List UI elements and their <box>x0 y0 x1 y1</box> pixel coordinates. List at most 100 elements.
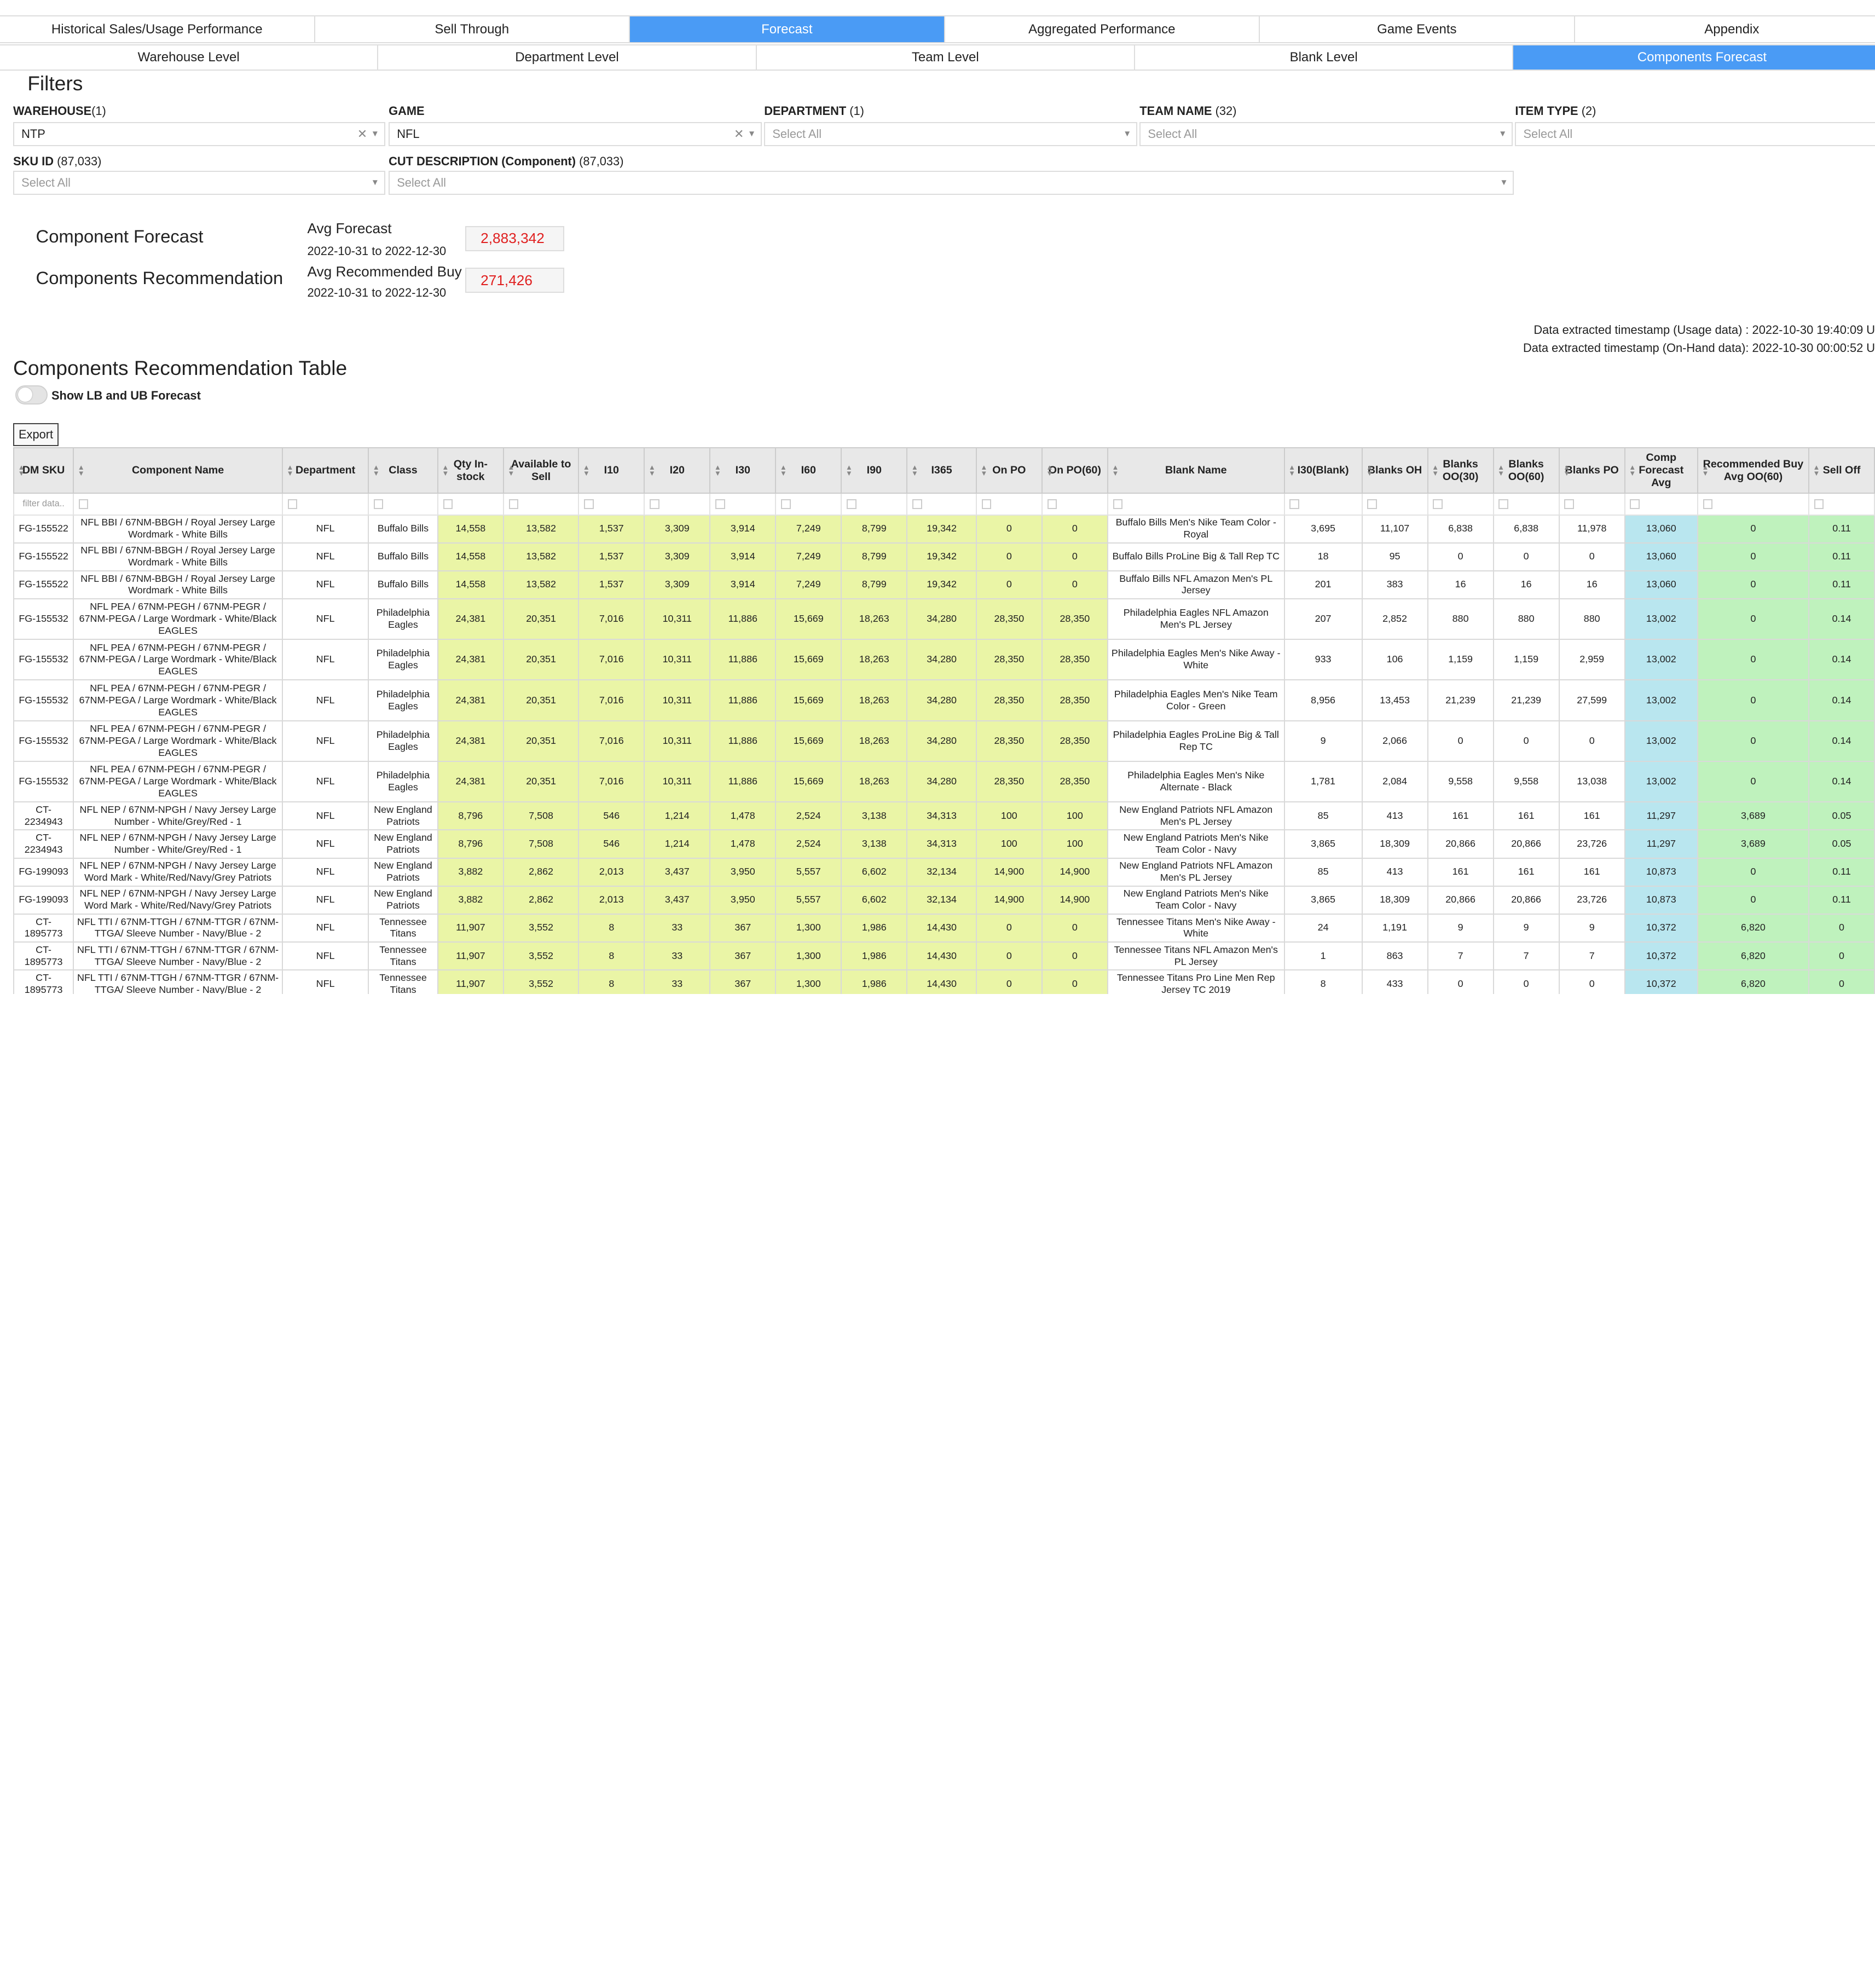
sort-icon[interactable]: ▲ ▼ <box>18 464 25 477</box>
sort-icon[interactable]: ▲ ▼ <box>78 464 85 477</box>
column-header[interactable]: ▲ ▼ I90 <box>841 447 908 494</box>
clear-icon[interactable]: ✕ <box>357 127 367 141</box>
sort-icon[interactable]: ▲ ▼ <box>1046 464 1053 477</box>
sort-icon[interactable]: ▲ ▼ <box>507 464 514 477</box>
column-filter[interactable] <box>906 493 977 516</box>
column-header[interactable]: ▲ ▼ Sell Off <box>1808 447 1875 494</box>
subtab-blank-level[interactable]: Blank Level <box>1135 44 1514 71</box>
table-row[interactable]: FG-155532 NFL PEA / 67NM-PEGH / 67NM-PEGR… <box>13 598 1875 640</box>
sort-icon[interactable]: ▲ ▼ <box>1112 464 1119 477</box>
column-header[interactable]: ▲ ▼ Blanks OH <box>1361 447 1428 494</box>
table-row[interactable]: FG-155522 NFL BBI / 67NM-BBGH / Royal Jer… <box>13 514 1875 544</box>
column-header[interactable]: ▲ ▼ On PO(60) <box>1041 447 1108 494</box>
cut-description-select[interactable]: Select All ▼ <box>389 171 1514 195</box>
column-filter[interactable] <box>1697 493 1809 516</box>
column-filter[interactable] <box>281 493 369 516</box>
sort-icon[interactable]: ▲ ▼ <box>911 464 918 477</box>
column-filter[interactable] <box>1361 493 1428 516</box>
sort-icon[interactable]: ▲ ▼ <box>1629 464 1636 477</box>
tab-aggregated-performance[interactable]: Aggregated Performance <box>945 15 1260 43</box>
table-row[interactable]: FG-155532 NFL PEA / 67NM-PEGH / 67NM-PEGR… <box>13 761 1875 803</box>
table-row[interactable]: FG-199093 NFL NEP / 67NM-NPGH / Navy Jers… <box>13 885 1875 915</box>
table-row[interactable]: FG-155532 NFL PEA / 67NM-PEGH / 67NM-PEGR… <box>13 720 1875 762</box>
column-header[interactable]: ▲ ▼ I365 <box>906 447 977 494</box>
item-type-select[interactable]: Select All <box>1515 122 1875 146</box>
sort-icon[interactable]: ▲ ▼ <box>287 464 294 477</box>
table-row[interactable]: FG-199093 NFL NEP / 67NM-NPGH / Navy Jers… <box>13 857 1875 887</box>
column-header[interactable]: ▲ ▼ Class <box>368 447 438 494</box>
table-row[interactable]: CT-2234943 NFL NEP / 67NM-NPGH / Navy Jer… <box>13 829 1875 859</box>
column-header[interactable]: ▲ ▼ I10 <box>578 447 645 494</box>
team-name-select[interactable]: Select All ▼ <box>1139 122 1513 146</box>
column-filter[interactable] <box>437 493 504 516</box>
column-header[interactable]: ▲ ▼ I60 <box>775 447 842 494</box>
column-header[interactable]: ▲ ▼ Department <box>281 447 369 494</box>
column-header[interactable]: ▲ ▼ I30(Blank) <box>1283 447 1363 494</box>
column-filter[interactable] <box>1107 493 1285 516</box>
table-row[interactable]: FG-155522 NFL BBI / 67NM-BBGH / Royal Jer… <box>13 570 1875 599</box>
sort-icon[interactable]: ▲ ▼ <box>1702 464 1709 477</box>
column-header[interactable]: ▲ ▼ Component Name <box>73 447 283 494</box>
sort-icon[interactable]: ▲ ▼ <box>442 464 449 477</box>
column-filter[interactable] <box>1427 493 1494 516</box>
sort-icon[interactable]: ▲ ▼ <box>1288 464 1295 477</box>
column-header[interactable]: ▲ ▼ Comp Forecast Avg <box>1624 447 1698 494</box>
subtab-components-forecast[interactable]: Components Forecast <box>1513 44 1875 71</box>
column-filter[interactable] <box>1808 493 1875 516</box>
subtab-department-level[interactable]: Department Level <box>378 44 757 71</box>
column-header[interactable]: ▲ ▼ Blanks OO(60) <box>1492 447 1560 494</box>
sort-icon[interactable]: ▲ ▼ <box>1563 464 1570 477</box>
tab-game-events[interactable]: Game Events <box>1260 15 1575 43</box>
export-button[interactable]: Export <box>13 423 59 446</box>
column-filter[interactable] <box>368 493 438 516</box>
column-filter[interactable] <box>1283 493 1363 516</box>
table-row[interactable]: CT-1895773 NFL TTI / 67NM-TTGH / 67NM-TTG… <box>13 941 1875 971</box>
game-select[interactable]: NFL ✕ ▼ <box>389 122 762 146</box>
subtab-team-level[interactable]: Team Level <box>756 44 1135 71</box>
sort-icon[interactable]: ▲ ▼ <box>1813 464 1820 477</box>
table-row[interactable]: CT-1895773 NFL TTI / 67NM-TTGH / 67NM-TTG… <box>13 969 1875 994</box>
column-filter[interactable] <box>1492 493 1560 516</box>
sort-icon[interactable]: ▲ ▼ <box>649 464 656 477</box>
column-filter[interactable] <box>975 493 1043 516</box>
column-header[interactable]: ▲ ▼ Blanks PO <box>1558 447 1625 494</box>
warehouse-select[interactable]: NTP ✕ ▼ <box>13 122 385 146</box>
lb-ub-toggle[interactable] <box>15 385 48 404</box>
column-header[interactable]: ▲ ▼ Recommended Buy Avg OO(60) <box>1697 447 1809 494</box>
column-filter[interactable] <box>1041 493 1108 516</box>
table-row[interactable]: FG-155532 NFL PEA / 67NM-PEGH / 67NM-PEGR… <box>13 639 1875 681</box>
column-filter[interactable] <box>73 493 283 516</box>
table-row[interactable]: CT-2234943 NFL NEP / 67NM-NPGH / Navy Jer… <box>13 801 1875 831</box>
column-filter[interactable] <box>578 493 645 516</box>
column-filter[interactable] <box>644 493 711 516</box>
sort-icon[interactable]: ▲ ▼ <box>846 464 853 477</box>
sort-icon[interactable]: ▲ ▼ <box>780 464 787 477</box>
column-filter[interactable] <box>709 493 777 516</box>
table-row[interactable]: FG-155532 NFL PEA / 67NM-PEGH / 67NM-PEGR… <box>13 679 1875 721</box>
column-header[interactable]: ▲ ▼ Blanks OO(30) <box>1427 447 1494 494</box>
column-header[interactable]: ▲ ▼ I30 <box>709 447 777 494</box>
sort-icon[interactable]: ▲ ▼ <box>1432 464 1439 477</box>
column-filter[interactable] <box>1558 493 1625 516</box>
sort-icon[interactable]: ▲ ▼ <box>714 464 721 477</box>
sort-icon[interactable]: ▲ ▼ <box>1366 464 1373 477</box>
sort-icon[interactable]: ▲ ▼ <box>373 464 380 477</box>
column-header[interactable]: ▲ ▼ Blank Name <box>1107 447 1285 494</box>
column-filter[interactable] <box>502 493 580 516</box>
column-header[interactable]: ▲ ▼ Available to Sell <box>502 447 580 494</box>
sort-icon[interactable]: ▲ ▼ <box>1497 464 1504 477</box>
column-header[interactable]: ▲ ▼ I20 <box>644 447 711 494</box>
department-select[interactable]: Select All ▼ <box>764 122 1137 146</box>
tab-historical-sales[interactable]: Historical Sales/Usage Performance <box>0 15 315 43</box>
subtab-warehouse-level[interactable]: Warehouse Level <box>0 44 379 71</box>
table-row[interactable]: CT-1895773 NFL TTI / 67NM-TTGH / 67NM-TTG… <box>13 913 1875 943</box>
column-header[interactable]: ▲ ▼ Qty In-stock <box>437 447 504 494</box>
table-row[interactable]: FG-155522 NFL BBI / 67NM-BBGH / Royal Jer… <box>13 542 1875 571</box>
tab-forecast[interactable]: Forecast <box>630 15 945 43</box>
tab-appendix[interactable]: Appendix <box>1575 15 1875 43</box>
column-header[interactable]: ▲ ▼ DM SKU <box>13 447 74 494</box>
sort-icon[interactable]: ▲ ▼ <box>583 464 590 477</box>
column-filter[interactable]: filter data.. <box>13 493 74 516</box>
column-filter[interactable] <box>775 493 842 516</box>
column-filter[interactable] <box>841 493 908 516</box>
